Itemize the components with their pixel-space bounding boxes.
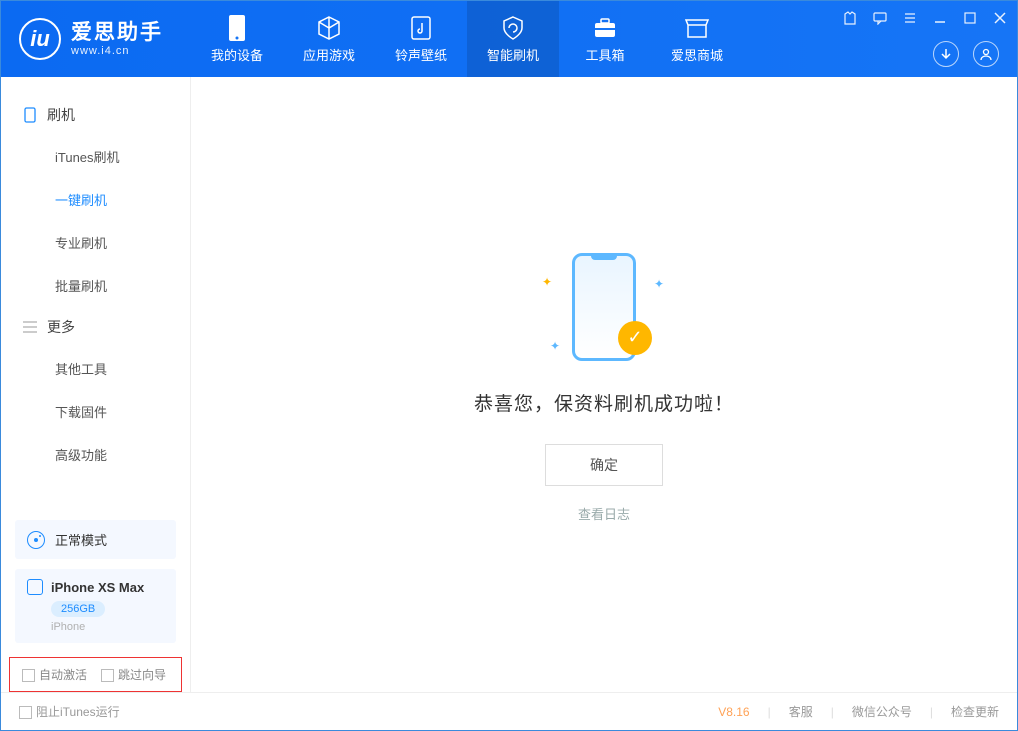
app-name: 爱思助手	[71, 21, 163, 44]
close-icon[interactable]	[993, 11, 1007, 25]
mode-label: 正常模式	[55, 530, 107, 549]
sidebar-item-download-firmware[interactable]: 下载固件	[1, 390, 190, 433]
tab-label: 爱思商城	[671, 45, 723, 64]
footer-right: V8.16 | 客服 | 微信公众号 | 检查更新	[718, 703, 999, 720]
logo-area: iu 爱思助手 www.i4.cn	[1, 1, 191, 77]
section-title-text: 刷机	[47, 105, 75, 125]
check-update-link[interactable]: 检查更新	[951, 703, 999, 720]
phone-icon	[23, 108, 37, 122]
sidebar: 刷机 iTunes刷机 一键刷机 专业刷机 批量刷机 更多 其他工具 下载固件 …	[1, 77, 191, 692]
normal-mode-icon	[27, 531, 45, 549]
sparkle-icon: ✦	[542, 275, 552, 289]
skip-guide-checkbox[interactable]: 跳过向导	[101, 666, 166, 683]
tab-label: 智能刷机	[487, 45, 539, 64]
checkbox-label: 自动激活	[39, 668, 87, 682]
device-name-row: iPhone XS Max	[27, 579, 164, 595]
check-badge-icon: ✓	[618, 321, 652, 355]
device-name-text: iPhone XS Max	[51, 580, 144, 595]
sparkle-icon: ✦	[550, 339, 560, 353]
main-tabs: 我的设备 应用游戏 铃声壁纸 智能刷机 工具箱 爱思商城	[191, 1, 743, 77]
footer-bar: 阻止iTunes运行 V8.16 | 客服 | 微信公众号 | 检查更新	[1, 692, 1017, 730]
download-icon[interactable]	[933, 41, 959, 67]
skin-icon[interactable]	[843, 11, 857, 25]
wechat-link[interactable]: 微信公众号	[852, 703, 912, 720]
logo-icon: iu	[19, 18, 61, 60]
device-type: iPhone	[51, 621, 164, 633]
section-title-text: 更多	[47, 317, 75, 337]
sidebar-item-other-tools[interactable]: 其他工具	[1, 347, 190, 390]
tab-label: 工具箱	[585, 45, 624, 64]
feedback-icon[interactable]	[873, 11, 887, 25]
device-box[interactable]: iPhone XS Max 256GB iPhone	[15, 569, 176, 643]
store-icon	[684, 15, 710, 41]
storage-tag: 256GB	[51, 601, 105, 617]
sidebar-section-more: 更多	[1, 307, 190, 347]
success-message: 恭喜您，保资料刷机成功啦！	[474, 389, 734, 416]
block-itunes-checkbox[interactable]: 阻止iTunes运行	[19, 703, 120, 720]
header-action-icons	[933, 41, 999, 67]
sidebar-item-advanced[interactable]: 高级功能	[1, 433, 190, 476]
tab-store[interactable]: 爱思商城	[651, 1, 743, 77]
sidebar-item-pro-flash[interactable]: 专业刷机	[1, 221, 190, 264]
separator: |	[930, 705, 933, 719]
main-content: ✦ ✦ ✦ ✓ 恭喜您，保资料刷机成功啦！ 确定 查看日志	[191, 77, 1017, 692]
sidebar-item-itunes-flash[interactable]: iTunes刷机	[1, 135, 190, 178]
sidebar-section-flash: 刷机	[1, 95, 190, 135]
music-file-icon	[408, 15, 434, 41]
app-url: www.i4.cn	[71, 45, 163, 57]
auto-activate-checkbox[interactable]: 自动激活	[22, 666, 87, 683]
separator: |	[831, 705, 834, 719]
footer-left: 阻止iTunes运行	[19, 703, 120, 720]
tab-label: 应用游戏	[303, 45, 355, 64]
customer-service-link[interactable]: 客服	[789, 703, 813, 720]
success-illustration: ✦ ✦ ✦ ✓	[524, 247, 684, 367]
mode-box[interactable]: 正常模式	[15, 520, 176, 559]
tab-my-device[interactable]: 我的设备	[191, 1, 283, 77]
tab-ringtone-wallpaper[interactable]: 铃声壁纸	[375, 1, 467, 77]
tab-smart-flash[interactable]: 智能刷机	[467, 1, 559, 77]
ok-button[interactable]: 确定	[545, 444, 663, 486]
shield-refresh-icon	[500, 15, 526, 41]
list-icon	[23, 320, 37, 334]
sidebar-item-oneclick-flash[interactable]: 一键刷机	[1, 178, 190, 221]
checkbox-label: 阻止iTunes运行	[36, 705, 120, 719]
separator: |	[768, 705, 771, 719]
cube-icon	[316, 15, 342, 41]
device-icon	[224, 15, 250, 41]
bottom-options-highlighted: 自动激活 跳过向导	[9, 657, 182, 692]
tab-label: 铃声壁纸	[395, 45, 447, 64]
minimize-icon[interactable]	[933, 11, 947, 25]
sparkle-icon: ✦	[654, 277, 664, 291]
body-row: 刷机 iTunes刷机 一键刷机 专业刷机 批量刷机 更多 其他工具 下载固件 …	[1, 77, 1017, 692]
device-small-icon	[27, 579, 43, 595]
toolbox-icon	[592, 15, 618, 41]
header-bar: iu 爱思助手 www.i4.cn 我的设备 应用游戏 铃声壁纸 智能刷机 工具…	[1, 1, 1017, 77]
menu-icon[interactable]	[903, 11, 917, 25]
tab-label: 我的设备	[211, 45, 263, 64]
checkbox-label: 跳过向导	[118, 668, 166, 682]
tab-apps-games[interactable]: 应用游戏	[283, 1, 375, 77]
maximize-icon[interactable]	[963, 11, 977, 25]
version-text: V8.16	[718, 705, 749, 719]
window-controls	[843, 11, 1007, 25]
user-icon[interactable]	[973, 41, 999, 67]
view-log-link[interactable]: 查看日志	[578, 504, 630, 523]
sidebar-item-batch-flash[interactable]: 批量刷机	[1, 264, 190, 307]
tab-toolbox[interactable]: 工具箱	[559, 1, 651, 77]
